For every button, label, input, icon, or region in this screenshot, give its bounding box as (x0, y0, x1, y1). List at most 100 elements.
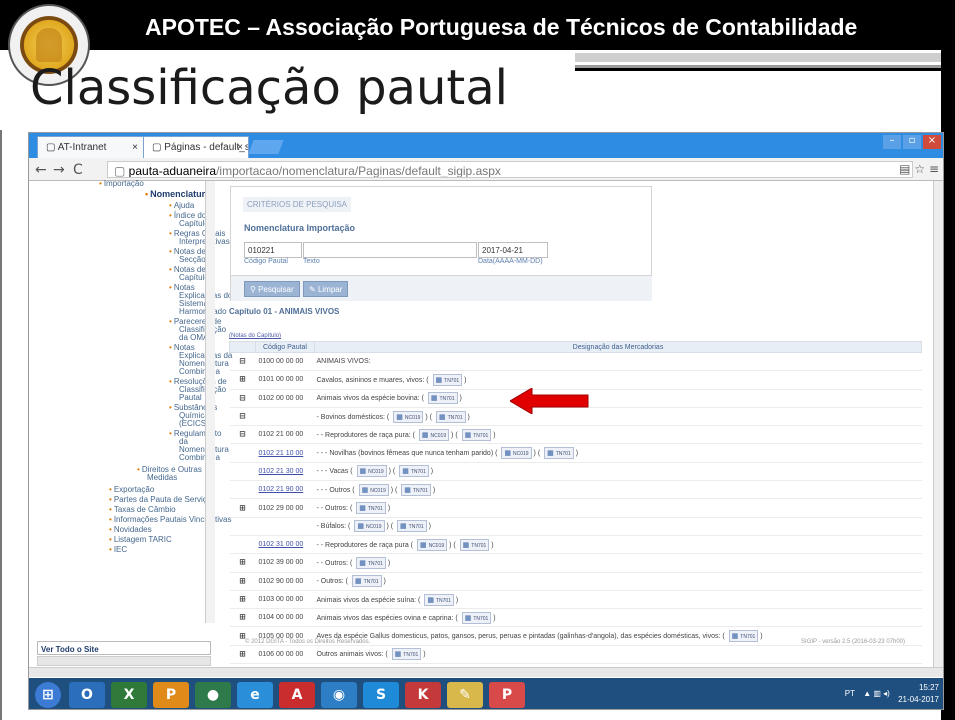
expand-icon[interactable]: ⊞ (229, 571, 256, 591)
measure-tag[interactable]: TN701 (424, 593, 454, 606)
measure-tag[interactable]: NC019 (358, 483, 389, 496)
outlook-icon[interactable]: O (69, 682, 105, 708)
url-input[interactable]: ▢ pauta-aduaneira/importacao/nomenclatur… (107, 161, 913, 178)
measure-tag[interactable]: TN701 (401, 483, 431, 496)
main-scrollbar[interactable] (933, 181, 943, 667)
sidebar-item[interactable]: da OMA (179, 333, 208, 342)
measure-tag[interactable]: TN701 (544, 447, 574, 460)
close-icon[interactable]: × (132, 142, 138, 153)
measure-tag[interactable]: TN701 (435, 410, 466, 423)
language-indicator[interactable]: PT (845, 688, 855, 700)
date-input[interactable]: 2017-04-21 (478, 242, 548, 258)
close-window-icon[interactable]: × (923, 135, 941, 149)
measure-tag[interactable]: TN701 (459, 538, 490, 551)
measure-tag[interactable]: NC019 (418, 428, 450, 441)
measure-tag[interactable]: TN701 (432, 373, 463, 386)
sidebar-item[interactable]: • Exportação (109, 485, 154, 494)
decor-bar-light (575, 53, 941, 62)
sidebar-item[interactable]: • Nomenclatura (145, 189, 210, 199)
measure-tag[interactable]: TN701 (397, 520, 427, 533)
measure-tag[interactable]: TN701 (391, 648, 422, 661)
sidebar-item[interactable]: • Ajuda (169, 201, 194, 210)
back-icon[interactable]: ← (35, 162, 47, 178)
minimize-icon[interactable]: – (883, 135, 901, 149)
star-icon[interactable]: ☆ (914, 162, 925, 176)
measure-tag[interactable]: TN701 (356, 556, 386, 569)
sidebar-item[interactable]: • Importação (99, 179, 144, 188)
sidebar-scrollbar[interactable] (205, 181, 215, 623)
app-note-icon[interactable]: ✎ (447, 682, 483, 708)
text-input[interactable] (303, 242, 477, 258)
measure-tag[interactable]: TN701 (399, 465, 429, 478)
start-button[interactable]: ⊞ (35, 682, 61, 708)
forward-icon[interactable]: → (53, 162, 65, 178)
expand-icon[interactable]: ⊞ (229, 498, 256, 518)
tariff-code[interactable]: 0102 21 10 00 (255, 443, 315, 463)
close-icon[interactable]: × (237, 142, 243, 153)
chrome-icon[interactable]: ◉ (321, 682, 357, 708)
code-input[interactable]: 010221 (244, 242, 302, 258)
reload-icon[interactable]: C (73, 162, 83, 178)
collapse-icon[interactable]: ⊟ (229, 351, 256, 372)
measure-tag[interactable]: NC019 (501, 447, 532, 460)
table-row: 0102 21 90 00- - - Outros ( NC019 ) ( TN… (229, 480, 922, 500)
expand-icon[interactable]: ⊞ (229, 644, 256, 665)
sidebar-item[interactable]: Pautal (179, 393, 202, 402)
bullet-icon: • (169, 403, 172, 412)
measure-tag[interactable]: TN701 (461, 611, 492, 624)
horizontal-scrollbar[interactable] (29, 667, 943, 677)
expand-icon[interactable]: ⊞ (229, 589, 256, 610)
collapse-icon[interactable]: ⊟ (229, 388, 256, 408)
sidebar-item-label: Medidas (147, 473, 178, 482)
measure-tag[interactable]: NC019 (356, 465, 387, 478)
ie-icon[interactable]: e (237, 682, 273, 708)
tariff-code: 0102 00 00 00 (255, 388, 315, 408)
sidebar-item[interactable]: Secção (179, 255, 206, 264)
sidebar-item[interactable]: • Listagem TARIC (109, 535, 172, 544)
powerpoint-icon[interactable]: P (153, 682, 189, 708)
network-icon[interactable]: ▲ ▥ ◂) (863, 688, 890, 700)
measure-tag[interactable]: TN701 (461, 428, 492, 441)
new-tab-button[interactable] (248, 140, 284, 154)
expand-icon[interactable]: ⊞ (229, 553, 256, 573)
measure-tag[interactable]: NC019 (416, 538, 448, 551)
measure-tag[interactable]: NC019 (354, 520, 385, 533)
measure-tag[interactable]: TN701 (728, 630, 759, 643)
tab-at-intranet[interactable]: ▢ AT-Intranet × (37, 136, 145, 158)
see-all-site[interactable]: Ver Todo o Site (37, 641, 211, 655)
tab-paginas[interactable]: ▢ Páginas - default_sigip× (143, 136, 249, 158)
expand-icon[interactable]: ⊞ (229, 370, 256, 390)
acrobat-icon[interactable]: A (279, 682, 315, 708)
clear-button[interactable]: ✎ Limpar (303, 281, 349, 297)
collapse-icon[interactable]: ⊟ (229, 406, 256, 427)
sidebar-item[interactable]: • Partes da Pauta de Serviço (109, 495, 211, 504)
url-path: /importacao/nomenclatura/Paginas/default… (216, 164, 501, 178)
description-text: Animais vivos da espécie bovina: (316, 395, 420, 403)
translate-icon[interactable]: ▤ (899, 162, 910, 176)
skype-icon[interactable]: S (363, 682, 399, 708)
tariff-code[interactable]: 0102 21 30 00 (255, 461, 315, 482)
clock[interactable]: 15:27 21-04-2017 (898, 682, 939, 706)
sidebar-item[interactable]: Medidas (147, 473, 177, 482)
restore-icon[interactable]: ▫ (903, 135, 921, 149)
lync-icon[interactable]: ● (195, 682, 231, 708)
expand-icon[interactable]: ⊞ (229, 608, 256, 628)
measure-tag[interactable]: TN701 (427, 392, 458, 405)
excel-icon[interactable]: X (111, 682, 147, 708)
powerpoint-open-icon[interactable]: P (489, 682, 525, 708)
menu-icon[interactable]: ≡ (929, 162, 939, 176)
table-row: ⊞0102 90 00 00- Outros: ( TN701 ) (229, 571, 922, 591)
measure-tag[interactable]: NC019 (393, 410, 424, 423)
sidebar-item[interactable]: • IEC (109, 545, 127, 554)
sidebar-item[interactable]: • Taxas de Câmbio (109, 505, 176, 514)
chapter-notes-link[interactable]: (Notas do Capítulo) (229, 333, 281, 339)
tariff-code[interactable]: 0102 21 90 00 (255, 480, 315, 500)
search-button[interactable]: ⚲ Pesquisar (244, 281, 300, 297)
sidebar-item[interactable]: • Novidades (109, 525, 152, 534)
sidebar-item[interactable]: Harmonizado (179, 307, 227, 316)
tariff-code[interactable]: 0102 31 00 00 (255, 534, 315, 555)
measure-tag[interactable]: TN701 (356, 502, 386, 515)
measure-tag[interactable]: TN701 (351, 575, 382, 588)
collapse-icon[interactable]: ⊟ (229, 425, 256, 445)
app-k-icon[interactable]: K (405, 682, 441, 708)
